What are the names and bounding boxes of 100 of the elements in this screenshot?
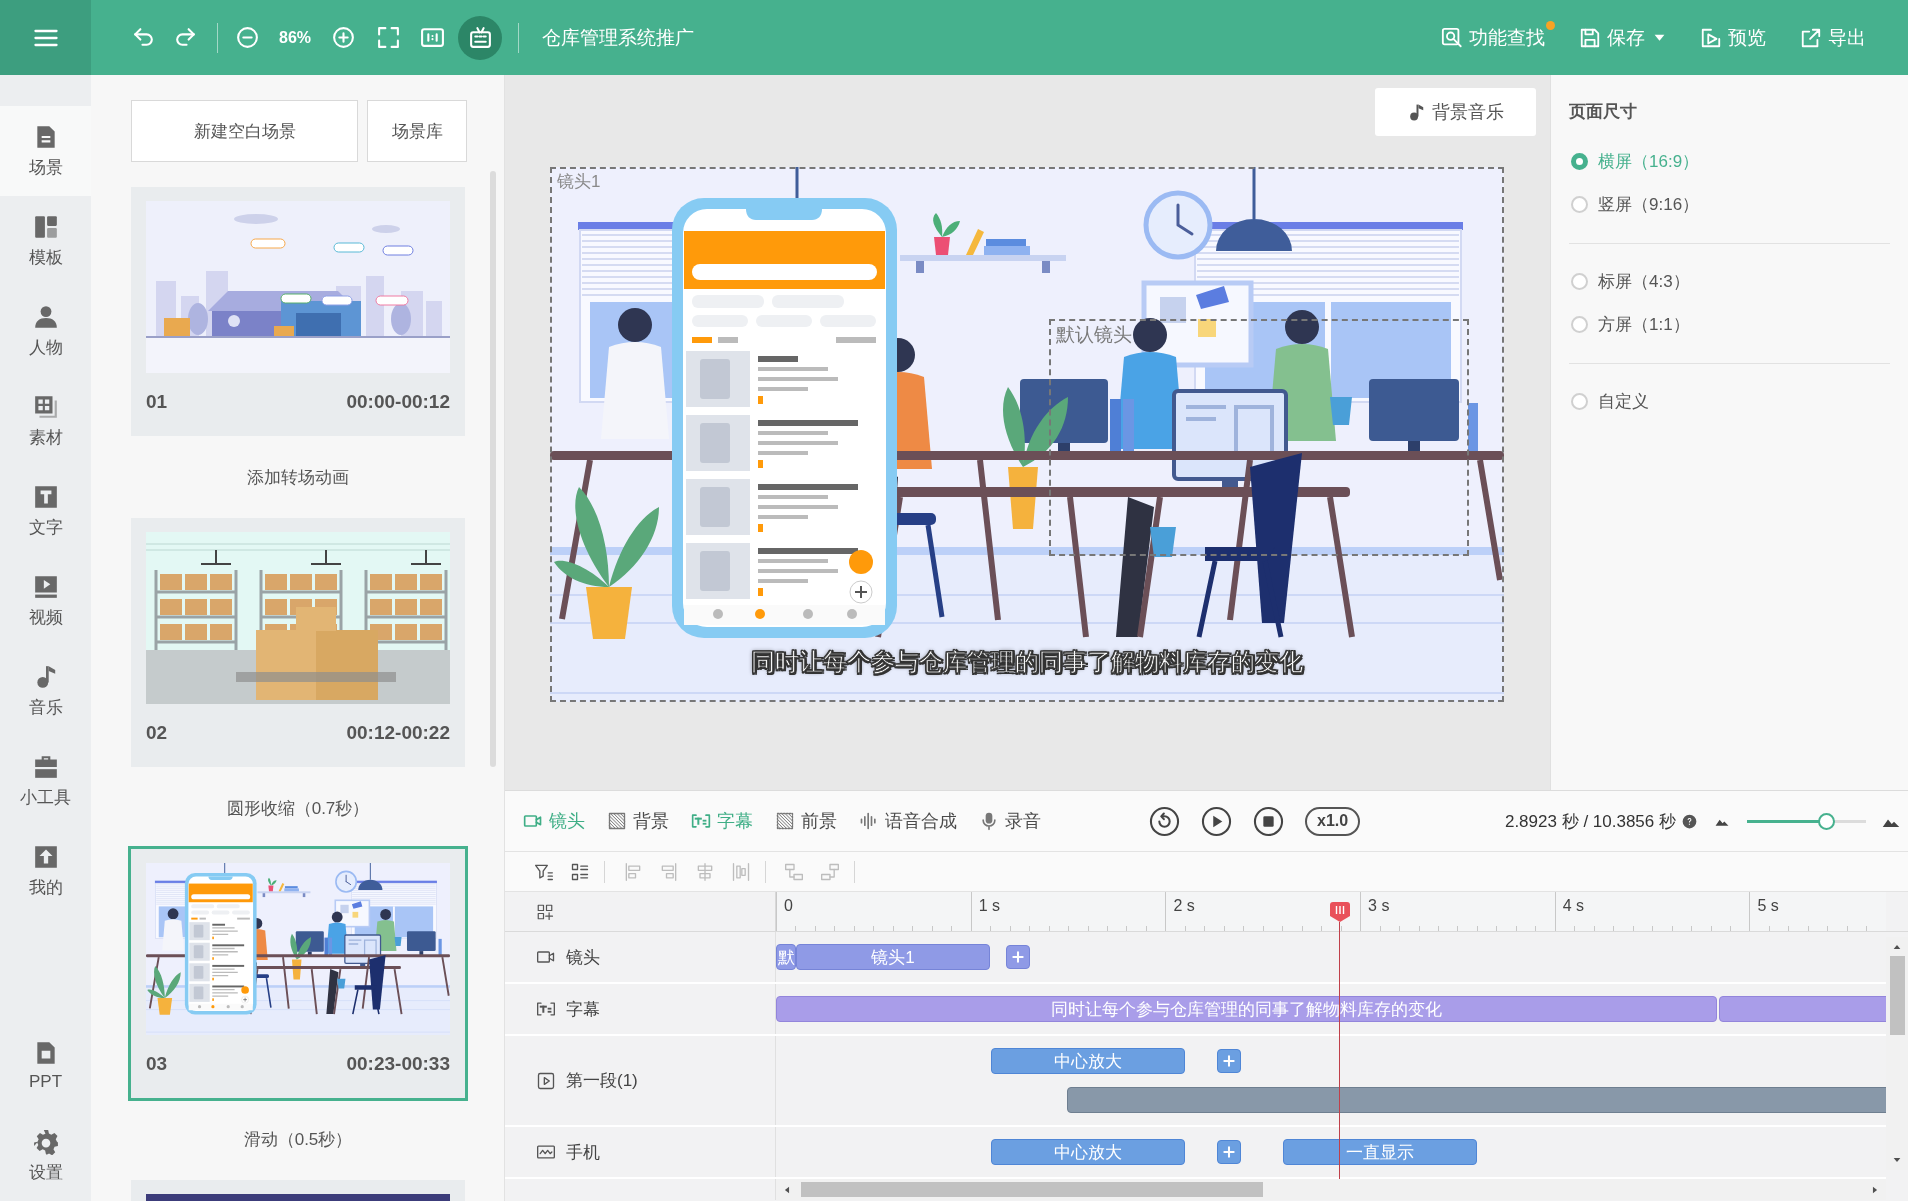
scrollbar-thumb[interactable] — [801, 1182, 1263, 1197]
radio-button[interactable] — [1571, 393, 1588, 410]
transition-label[interactable]: 添加转场动画 — [247, 465, 349, 489]
radio-button[interactable] — [1571, 273, 1588, 290]
sidebar-item[interactable]: 设置 — [0, 1111, 91, 1201]
scene-card[interactable]: 01 00:00-00:12 — [131, 187, 465, 436]
layout-icon — [32, 213, 59, 240]
transition-label[interactable]: 圆形收缩（0.7秒） — [226, 796, 370, 820]
scene-card[interactable]: 02 00:12-00:22 — [131, 518, 465, 767]
track-name: 镜头 — [566, 946, 600, 969]
fullscreen-icon — [375, 25, 401, 50]
sidebar-item[interactable]: 音乐 — [0, 646, 91, 736]
scene-number: 01 — [146, 391, 168, 413]
distribute-icon — [731, 861, 751, 882]
grid-plus-icon[interactable] — [536, 902, 554, 921]
group-icon — [570, 861, 590, 882]
radio-button[interactable] — [1571, 316, 1588, 333]
track-name: 手机 — [566, 1141, 600, 1164]
timeline-clip[interactable] — [1067, 1087, 1886, 1113]
replay-icon — [1149, 805, 1180, 837]
scrollbar-thumb[interactable] — [1889, 956, 1905, 1035]
scene-time: 00:00-00:12 — [346, 391, 450, 413]
radio-button[interactable] — [1571, 153, 1588, 170]
group-button[interactable] — [570, 861, 590, 882]
sidebar-item[interactable]: 场景 — [0, 106, 91, 196]
play-box-icon — [536, 1070, 556, 1091]
scene-number: 03 — [146, 1053, 168, 1075]
play-box-icon — [1700, 26, 1722, 49]
stop-button[interactable] — [1253, 805, 1284, 837]
new-scene-button[interactable]: 新建空白场景 — [131, 100, 358, 162]
sidebar-item[interactable]: 素材 — [0, 376, 91, 466]
move-up-icon — [784, 861, 804, 882]
search-icon — [1441, 26, 1463, 49]
radio-option[interactable]: 自定义 — [1569, 380, 1649, 423]
video-icon — [32, 573, 59, 600]
move-down-icon — [820, 861, 840, 882]
play-button[interactable] — [1201, 805, 1232, 837]
ruler-label: 0 — [784, 897, 793, 914]
radio-option[interactable]: 方屏（1:1） — [1569, 303, 1690, 346]
speed-button[interactable]: x1.0 — [1305, 806, 1361, 836]
music-note-icon — [1407, 102, 1426, 122]
background-music-button[interactable]: 背景音乐 — [1375, 88, 1536, 136]
radio-option[interactable]: 标屏（4:3） — [1569, 260, 1690, 303]
replay-button[interactable] — [1149, 805, 1180, 837]
add-clip-button[interactable] — [1006, 945, 1030, 969]
frame-label: 镜头1 — [557, 171, 601, 193]
sidebar-item[interactable]: 模板 — [0, 196, 91, 286]
microphone-icon — [979, 811, 999, 831]
scene-time: 00:12-00:22 — [346, 722, 450, 744]
align-right-icon — [659, 861, 679, 882]
playhead-handle[interactable] — [1328, 902, 1351, 922]
track-name: 第一段(1) — [566, 1070, 638, 1092]
timeline-clip[interactable] — [1719, 996, 1886, 1022]
upload-icon — [32, 843, 59, 870]
hatched-square-icon — [607, 811, 627, 831]
ruler-label: 1 s — [978, 897, 1001, 914]
menu-button[interactable] — [0, 0, 91, 75]
time-readout: 2.8923 秒 / 10.3856 秒 — [1504, 810, 1676, 833]
layer-toggle[interactable]: 语音合成 — [859, 809, 957, 833]
save-icon — [1579, 26, 1601, 49]
sidebar-item[interactable]: 文字 — [0, 466, 91, 556]
sidebar-item[interactable]: 人物 — [0, 286, 91, 376]
scene-library-button[interactable]: 场景库 — [367, 100, 467, 162]
frame-label: 默认镜头 — [1056, 323, 1132, 347]
plus-icon — [1011, 950, 1025, 964]
grid-icon — [32, 393, 59, 420]
layer-toggle[interactable]: 录音 — [979, 809, 1041, 833]
actual-size-icon — [419, 25, 445, 50]
subtitle-icon — [691, 811, 711, 831]
layer-toggle[interactable]: 前景 — [775, 809, 837, 833]
zoom-in-icon — [330, 25, 356, 50]
sidebar-item[interactable]: 小工具 — [0, 736, 91, 826]
radio-option[interactable]: 竖屏（9:16） — [1569, 183, 1700, 226]
align-center-icon — [695, 861, 715, 882]
waveform-icon — [859, 811, 879, 831]
add-clip-button[interactable] — [1217, 1140, 1241, 1164]
play-icon — [1201, 805, 1232, 837]
person-icon — [32, 303, 59, 330]
sidebar-item[interactable]: 视频 — [0, 556, 91, 646]
scrollbar[interactable] — [490, 171, 496, 767]
stop-icon — [1253, 805, 1284, 837]
slider-thumb[interactable] — [1817, 812, 1835, 830]
track-name: 字幕 — [566, 998, 600, 1021]
scene-number: 02 — [146, 722, 168, 744]
align-left-icon — [623, 861, 643, 882]
dotted-hatched-square-icon — [775, 811, 795, 831]
plus-icon — [1222, 1145, 1236, 1159]
tv-icon — [467, 25, 493, 50]
sidebar-item[interactable]: 我的 — [0, 826, 91, 916]
radio-button[interactable] — [1571, 196, 1588, 213]
ruler-label: 5 s — [1757, 897, 1779, 914]
scene-card[interactable]: 03 00:23-00:33 — [128, 846, 468, 1101]
sidebar-item[interactable]: PPT — [0, 1021, 91, 1111]
subtitle-text: 同时让每个参与仓库管理的同事了解物料库存的变化 — [751, 647, 1303, 677]
layer-toggle[interactable]: 背景 — [607, 809, 669, 833]
add-clip-button[interactable] — [1217, 1049, 1241, 1073]
default-shot-frame[interactable]: 默认镜头 — [1049, 319, 1469, 556]
help-icon[interactable] — [1682, 813, 1697, 829]
transition-label[interactable]: 滑动（0.5秒） — [243, 1127, 353, 1151]
export-icon — [1800, 26, 1822, 49]
